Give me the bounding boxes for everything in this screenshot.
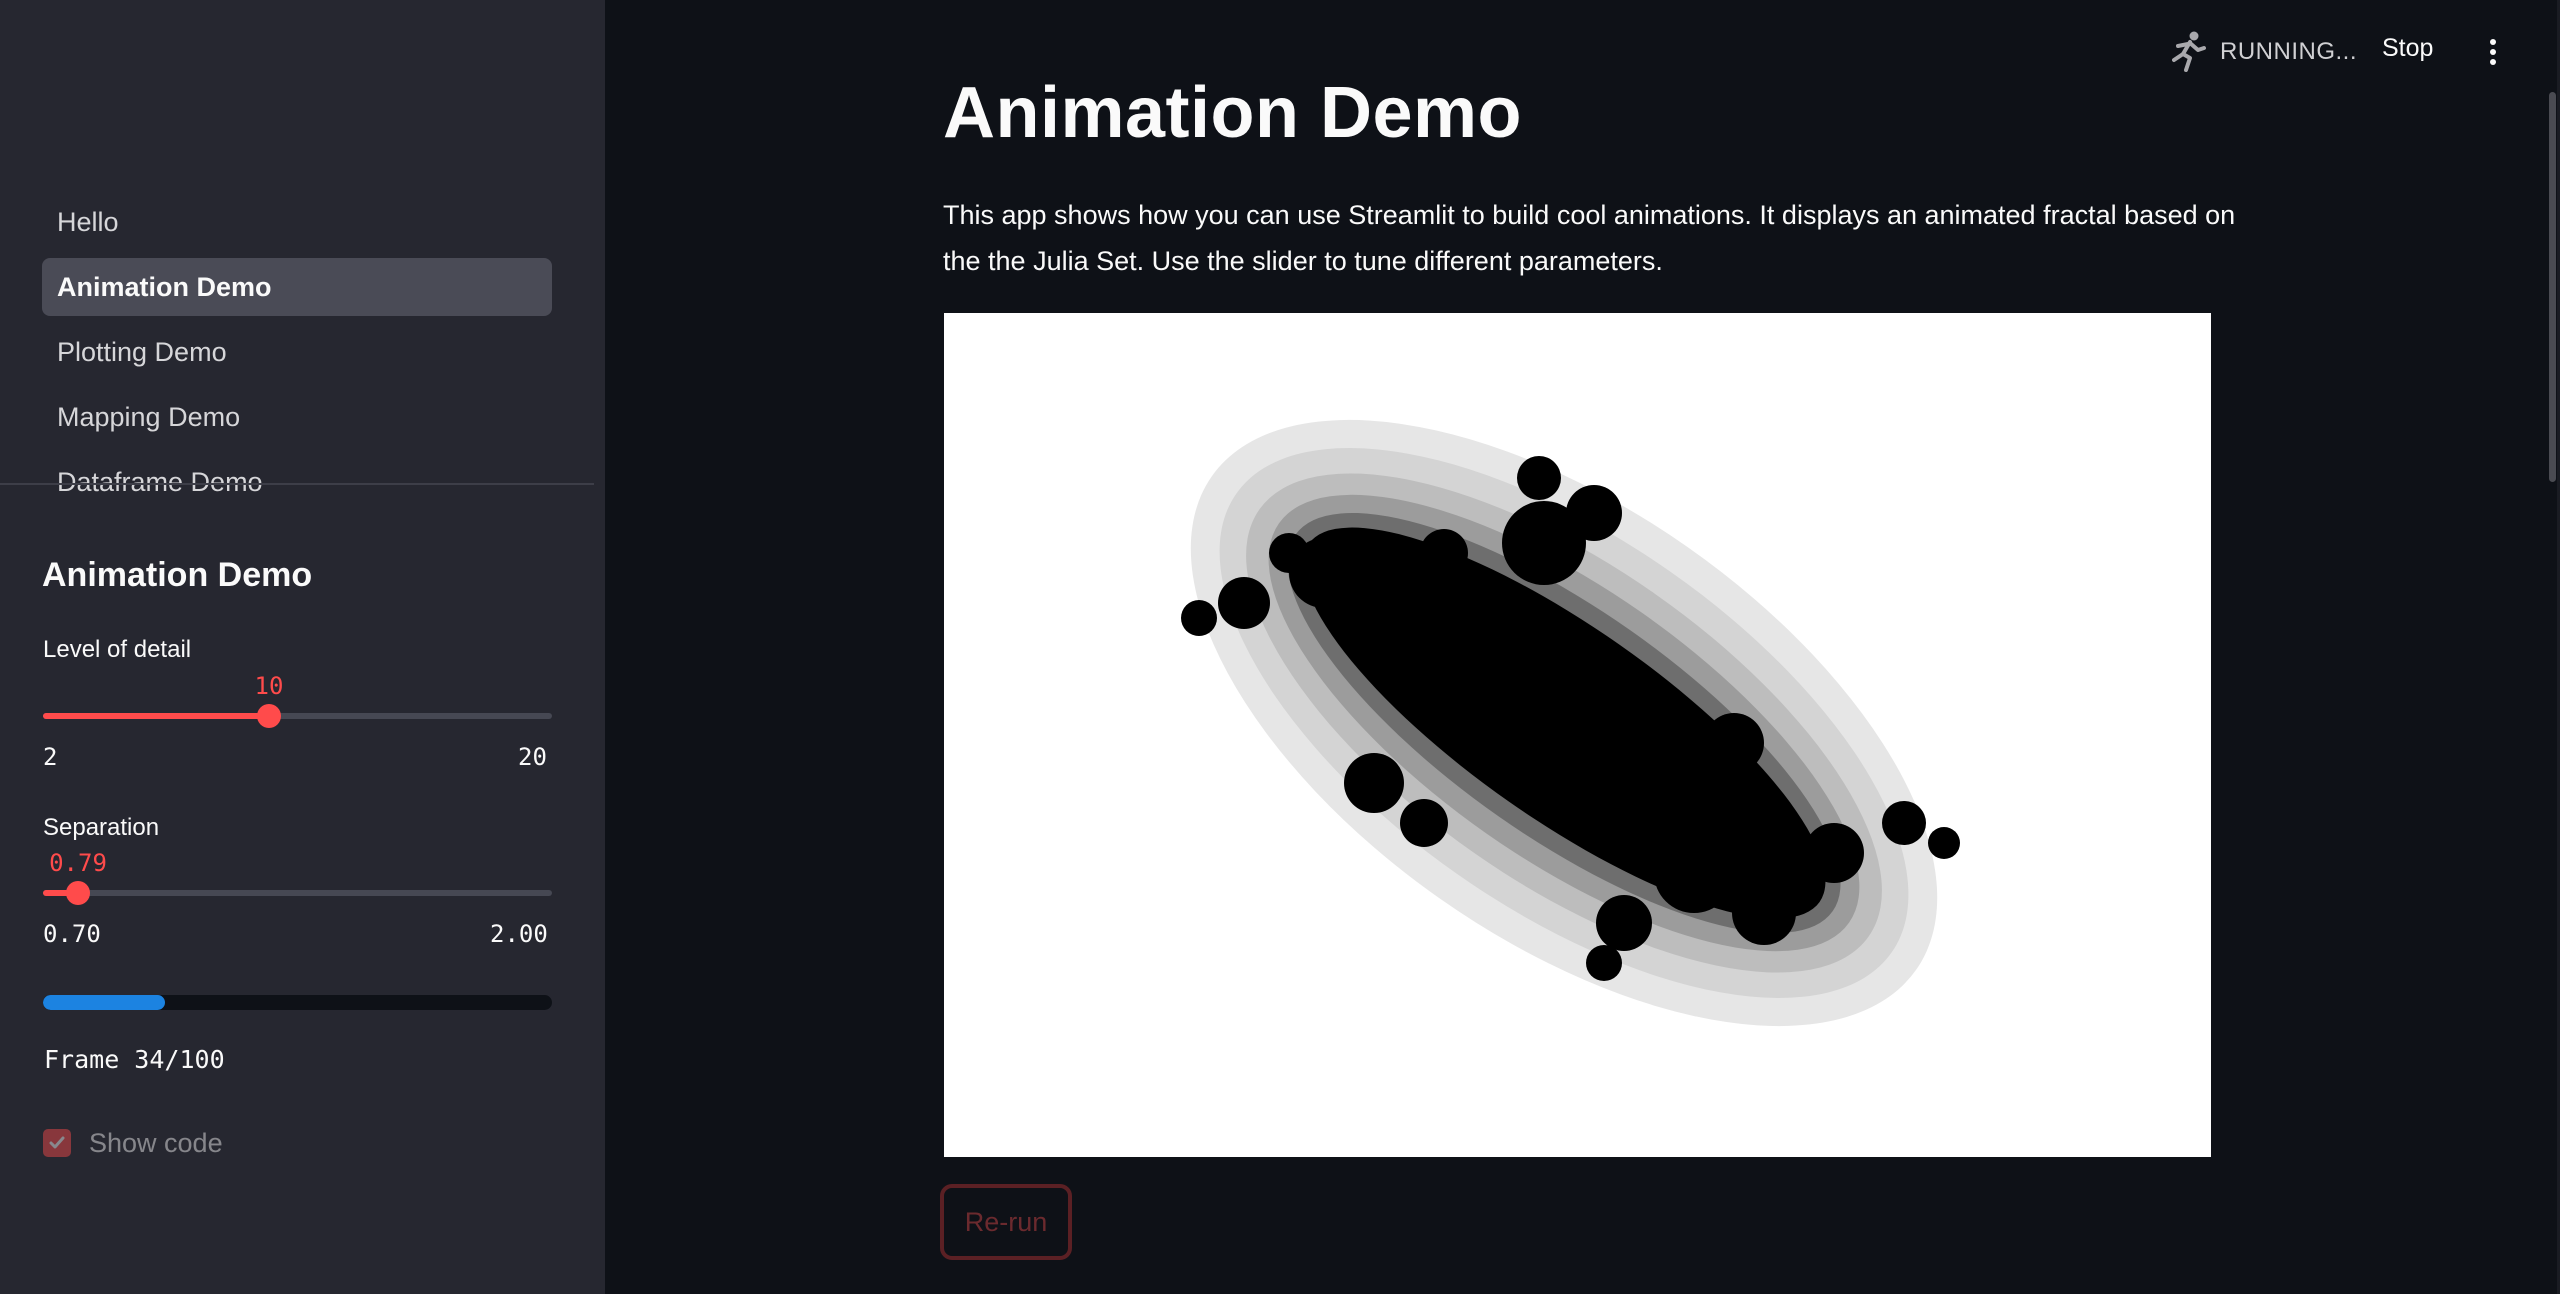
separation-slider-min: 0.70	[43, 920, 101, 948]
sidebar-item-animation-demo[interactable]: Animation Demo	[42, 258, 552, 316]
sidebar-section-title: Animation Demo	[42, 556, 313, 594]
detail-slider-label: Level of detail	[43, 636, 192, 663]
sidebar-item-mapping-demo[interactable]: Mapping Demo	[42, 388, 552, 446]
detail-slider-max: 20	[518, 743, 547, 771]
show-code-label: Show code	[89, 1127, 223, 1158]
separation-slider-value: 0.79	[49, 849, 107, 877]
sidebar-item-plotting-demo[interactable]: Plotting Demo	[42, 323, 552, 381]
frame-progress-fill	[43, 995, 166, 1010]
detail-slider-value: 10	[254, 672, 284, 700]
stop-button[interactable]: Stop	[2382, 34, 2433, 63]
main-menu-button[interactable]	[2476, 30, 2510, 74]
show-code-checkbox[interactable]	[43, 1129, 71, 1157]
sidebar: Hello Animation Demo Plotting Demo Mappi…	[0, 0, 605, 1294]
sidebar-divider	[0, 483, 594, 485]
sidebar-item-hello[interactable]: Hello	[42, 193, 552, 251]
running-status: RUNNING...	[2168, 30, 2357, 74]
running-status-text: RUNNING...	[2220, 38, 2357, 65]
frame-progress-bar	[43, 995, 552, 1010]
detail-slider-fill	[43, 713, 269, 719]
checkmark-icon	[49, 1136, 65, 1149]
julia-set-fractal-image	[944, 313, 2211, 1157]
rerun-button[interactable]: Re-run	[940, 1184, 1072, 1260]
show-code-checkbox-row[interactable]: Show code	[43, 1127, 223, 1159]
separation-slider-label: Separation	[43, 814, 160, 841]
page-description: This app shows how you can use Streamlit…	[943, 200, 2236, 276]
separation-slider-thumb[interactable]	[66, 881, 90, 905]
frame-counter: Frame 34/100	[44, 1045, 225, 1074]
detail-slider-min: 2	[43, 743, 58, 771]
detail-slider[interactable]	[43, 704, 552, 728]
separation-slider-max: 2.00	[490, 920, 548, 948]
vertical-ellipsis-icon	[2490, 39, 2496, 45]
sidebar-nav: Hello Animation Demo Plotting Demo Mappi…	[42, 193, 552, 518]
fractal-image	[1181, 419, 1960, 1027]
detail-slider-thumb[interactable]	[257, 704, 281, 728]
separation-slider[interactable]	[43, 881, 552, 905]
running-man-icon	[2172, 31, 2206, 72]
page-scrollbar[interactable]	[2549, 92, 2556, 482]
page-title: Animation Demo	[943, 73, 1523, 153]
sidebar-item-dataframe-demo[interactable]: Dataframe Demo	[42, 453, 552, 511]
